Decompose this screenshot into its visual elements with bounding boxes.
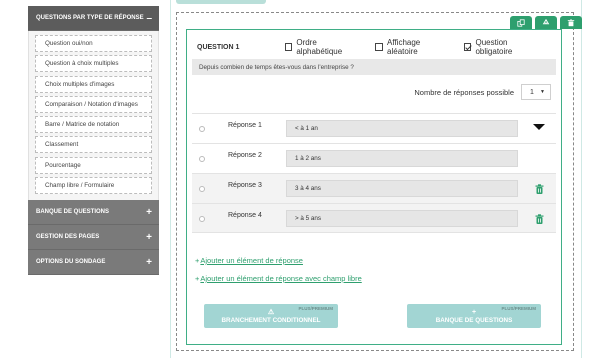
expand-icon[interactable]: + bbox=[146, 207, 152, 218]
survey-editor: QUESTIONS PAR TYPE DE RÉPONSE – Question… bbox=[0, 0, 600, 358]
response-radio[interactable] bbox=[199, 156, 205, 162]
conditional-branching-button[interactable]: PLUS/PREMIUM ⚠ BRANCHEMENT CONDITIONNEL bbox=[204, 304, 338, 328]
trash-icon[interactable] bbox=[560, 16, 582, 29]
warning-icon: ⚠ bbox=[267, 308, 275, 316]
plus-icon: + bbox=[471, 308, 477, 316]
expand-icon[interactable]: + bbox=[146, 257, 152, 268]
button-label: BANQUE DE QUESTIONS bbox=[435, 316, 513, 324]
alphabetical-order-checkbox[interactable] bbox=[284, 43, 293, 51]
caret-down-icon[interactable] bbox=[533, 124, 545, 130]
button-label: BRANCHEMENT CONDITIONNEL bbox=[221, 316, 321, 324]
alphabetical-order-option[interactable]: Ordre alphabétique bbox=[284, 38, 362, 56]
question-type-list: Question oui/non Question à choix multip… bbox=[28, 31, 159, 201]
response-input[interactable]: < à 1 an bbox=[286, 120, 518, 137]
response-label: Réponse 1 bbox=[228, 122, 262, 129]
accordion-survey-options-header[interactable]: OPTIONS DU SONDAGE + bbox=[28, 250, 159, 276]
responses-count-value: 1 bbox=[530, 88, 534, 96]
accordion-question-bank-header[interactable]: BANQUE DE QUESTIONS + bbox=[28, 200, 159, 226]
mandatory-checkbox[interactable] bbox=[463, 43, 472, 51]
response-input[interactable]: > à 5 ans bbox=[286, 210, 518, 227]
question-type-yes-no[interactable]: Question oui/non bbox=[35, 35, 152, 52]
accordion-title: QUESTIONS PAR TYPE DE RÉPONSE bbox=[36, 15, 144, 21]
option-label: Question obligatoire bbox=[475, 38, 513, 56]
response-radio[interactable] bbox=[199, 126, 205, 132]
question-type-rating-matrix[interactable]: Barre / Matrice de notation bbox=[35, 116, 152, 134]
response-row: Réponse 2 1 à 2 ans bbox=[192, 143, 556, 173]
add-response-link[interactable]: +Ajouter un élément de réponse bbox=[195, 256, 303, 265]
responses-count: Nombre de réponses possible 1 ▼ bbox=[414, 84, 551, 100]
question-type-image-choice[interactable]: Choix multiples d'images bbox=[35, 75, 152, 93]
question-text-input[interactable]: Depuis combien de temps êtes-vous dans l… bbox=[192, 59, 556, 75]
responses-count-label: Nombre de réponses possible bbox=[414, 87, 514, 97]
add-response-label: Ajouter un élément de réponse bbox=[200, 256, 303, 265]
response-input[interactable]: 1 à 2 ans bbox=[286, 150, 518, 167]
chevron-down-icon: ▼ bbox=[540, 89, 545, 95]
question-type-ranking[interactable]: Classement bbox=[35, 136, 152, 154]
collapse-icon[interactable]: – bbox=[146, 13, 152, 24]
trash-icon[interactable] bbox=[535, 184, 544, 194]
expand-icon[interactable]: + bbox=[146, 232, 152, 243]
accordion-title: OPTIONS DU SONDAGE bbox=[36, 259, 106, 266]
response-radio[interactable] bbox=[199, 186, 205, 192]
option-label: Affichage aléatoire bbox=[387, 38, 421, 56]
accordion-title: BANQUE DE QUESTIONS bbox=[36, 209, 110, 216]
question-type-image-rating[interactable]: Comparaison / Notation d'images bbox=[35, 95, 152, 113]
premium-badge: PLUS/PREMIUM bbox=[501, 306, 536, 311]
plus-icon: + bbox=[195, 256, 200, 265]
response-row: Réponse 4 > à 5 ans bbox=[192, 203, 556, 233]
accordion-question-types-header[interactable]: QUESTIONS PAR TYPE DE RÉPONSE – bbox=[28, 6, 159, 31]
question-type-free-form[interactable]: Champ libre / Formulaire bbox=[35, 177, 152, 195]
add-response-free-link[interactable]: +Ajouter un élément de réponse avec cham… bbox=[195, 274, 362, 283]
premium-badge: PLUS/PREMIUM bbox=[298, 306, 333, 311]
question-header: QUESTION 1 Ordre alphabétique Affichage … bbox=[197, 38, 557, 56]
accordion-title: GESTION DES PAGES bbox=[36, 234, 100, 241]
copy-icon[interactable] bbox=[510, 16, 532, 29]
response-label: Réponse 3 bbox=[228, 182, 262, 189]
response-label: Réponse 4 bbox=[228, 212, 262, 219]
responses-count-select[interactable]: 1 ▼ bbox=[521, 84, 551, 100]
response-radio[interactable] bbox=[199, 216, 205, 222]
response-label: Réponse 2 bbox=[228, 152, 262, 159]
question-actions bbox=[510, 16, 582, 29]
option-label: Ordre alphabétique bbox=[296, 38, 343, 56]
top-tab-strip bbox=[176, 0, 266, 4]
plus-icon: + bbox=[195, 274, 200, 283]
random-display-checkbox[interactable] bbox=[375, 43, 384, 51]
random-display-option[interactable]: Affichage aléatoire bbox=[375, 38, 449, 56]
question-card: QUESTION 1 Ordre alphabétique Affichage … bbox=[186, 29, 562, 345]
recycle-icon[interactable] bbox=[535, 16, 557, 29]
trash-icon[interactable] bbox=[535, 214, 544, 224]
response-input[interactable]: 3 à 4 ans bbox=[286, 180, 518, 197]
question-type-multiple-choice[interactable]: Question à choix multiples bbox=[35, 55, 152, 73]
response-row: Réponse 1 < à 1 an bbox=[192, 113, 556, 143]
mandatory-option[interactable]: Question obligatoire bbox=[463, 38, 543, 56]
add-response-free-label: Ajouter un élément de réponse avec champ… bbox=[200, 274, 362, 283]
response-list: Réponse 1 < à 1 an Réponse 2 1 à 2 ans R… bbox=[192, 113, 556, 233]
response-row: Réponse 3 3 à 4 ans bbox=[192, 173, 556, 203]
question-bank-button[interactable]: PLUS/PREMIUM + BANQUE DE QUESTIONS bbox=[407, 304, 541, 328]
question-number: QUESTION 1 bbox=[197, 43, 240, 51]
question-type-percentage[interactable]: Pourcentage bbox=[35, 156, 152, 174]
sidebar: QUESTIONS PAR TYPE DE RÉPONSE – Question… bbox=[28, 6, 159, 276]
accordion-page-management-header[interactable]: GESTION DES PAGES + bbox=[28, 225, 159, 251]
